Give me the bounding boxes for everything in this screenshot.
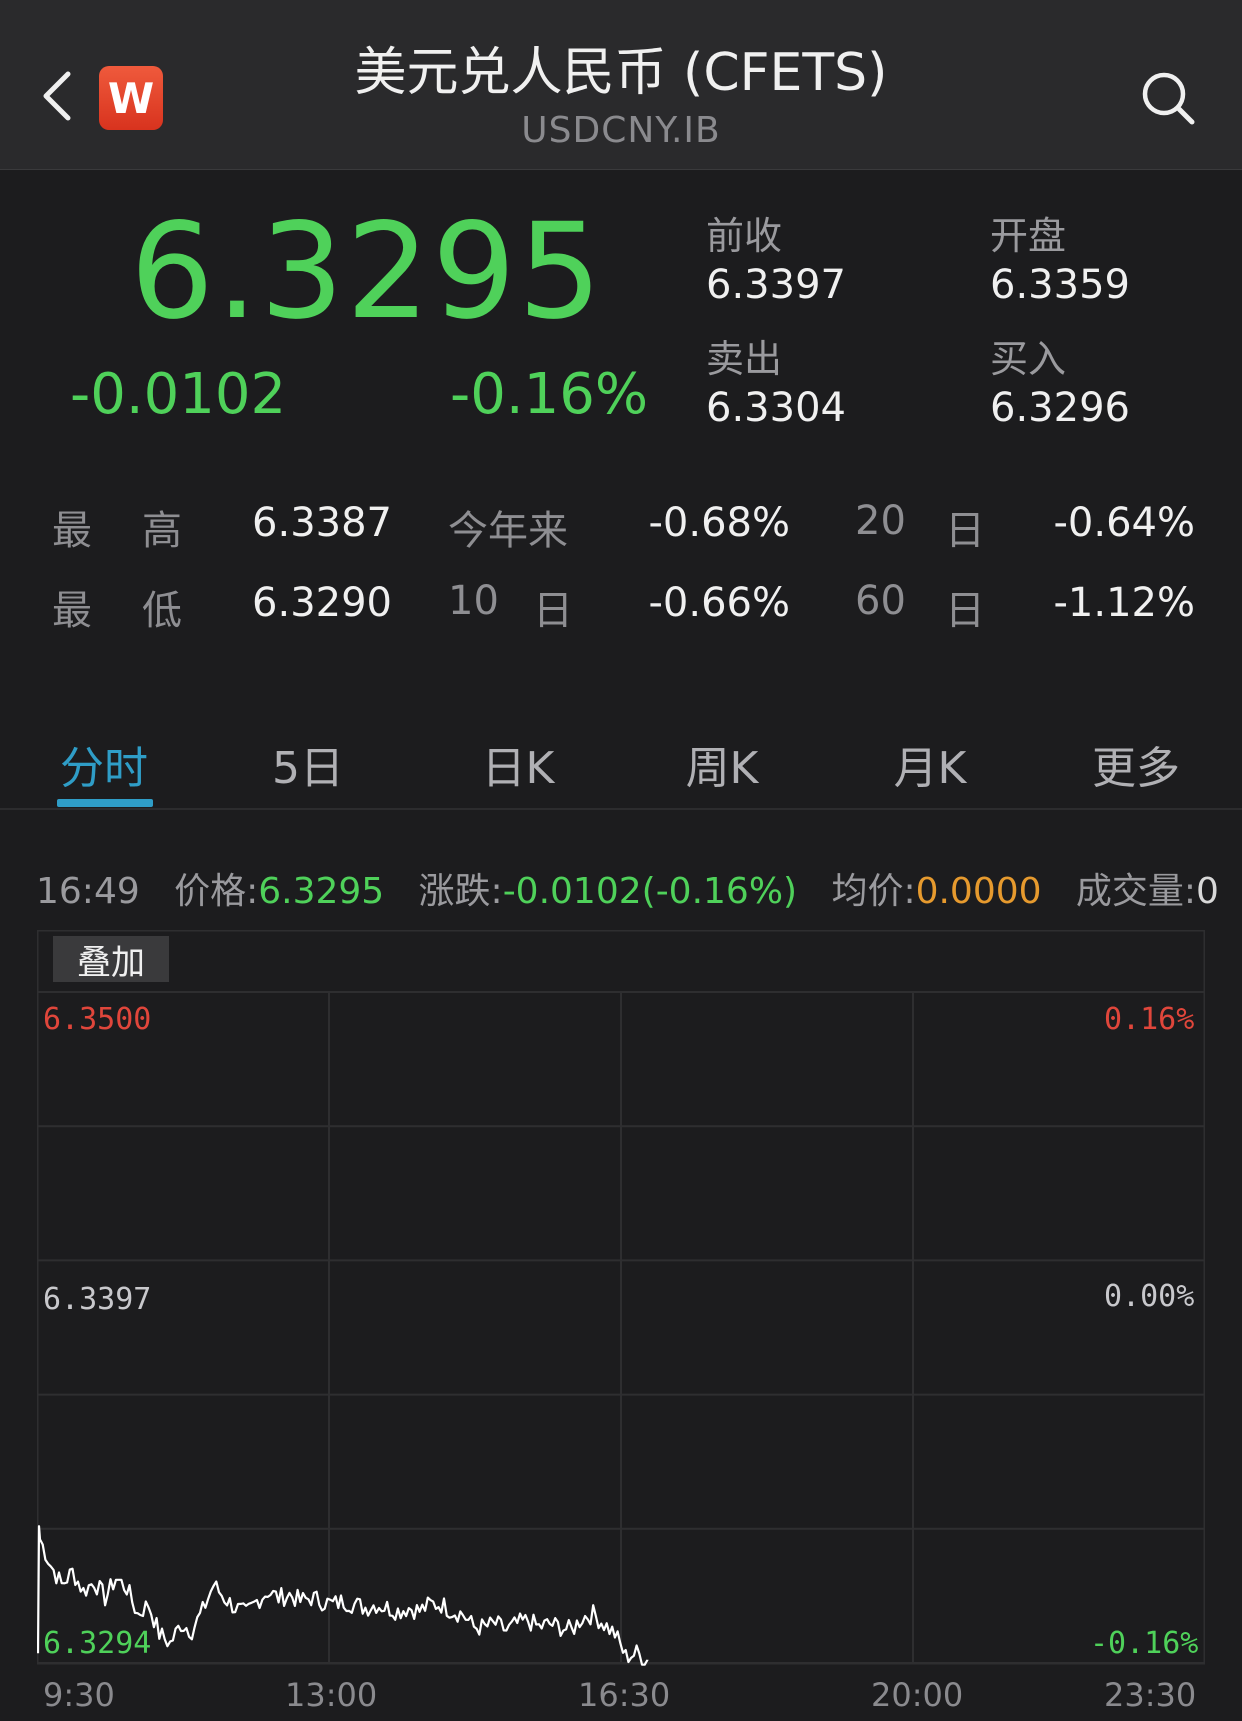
y-label-high: 6.3500 — [43, 1002, 152, 1037]
tab-intraday[interactable]: 分时 — [24, 732, 184, 796]
d20-value: -0.64% — [1053, 500, 1195, 546]
d20-unit: 日 — [945, 508, 985, 554]
low-value: 6.3290 — [252, 580, 392, 626]
d60-num: 60 — [855, 578, 906, 624]
prev-close-value: 6.3397 — [706, 262, 846, 308]
x-label-1300: 13:00 — [285, 1676, 378, 1714]
info-price-label: 价格: — [174, 871, 259, 912]
bid-label: 买入 — [990, 337, 1067, 381]
top-bar: W 美元兑人民币 (CFETS) USDCNY.IB — [0, 0, 1242, 170]
instrument-title: 美元兑人民币 (CFETS) — [354, 43, 888, 103]
search-icon[interactable] — [1140, 70, 1196, 126]
ytd-label: 今年来 — [448, 508, 568, 554]
open-label: 开盘 — [990, 214, 1067, 258]
intraday-chart[interactable] — [37, 930, 1205, 1721]
ask-value: 6.3304 — [706, 385, 846, 431]
y-label-ref: 6.3397 — [43, 1282, 152, 1317]
high-label-1: 最 — [52, 508, 92, 554]
x-label-2330: 23:30 — [1104, 1676, 1197, 1714]
crosshair-info-line: 16:49 价格:6.3295 涨跌:-0.0102(-0.16%) 均价:0.… — [36, 862, 1219, 914]
high-label-2: 高 — [142, 508, 182, 554]
d20-num: 20 — [855, 498, 906, 544]
open-value: 6.3359 — [990, 262, 1130, 308]
info-volume: 0 — [1196, 871, 1219, 912]
info-avg-label: 均价: — [831, 871, 916, 912]
x-label-0930: 9:30 — [43, 1676, 115, 1714]
d60-unit: 日 — [945, 588, 985, 634]
pct-label-high: 0.16% — [1104, 1002, 1195, 1037]
active-tab-indicator — [57, 799, 153, 807]
d10-value: -0.66% — [648, 580, 790, 626]
instrument-symbol: USDCNY.IB — [521, 110, 721, 151]
tab-daily-k[interactable]: 日K — [438, 732, 598, 796]
price-change: -0.0102 — [70, 362, 287, 427]
info-volume-label: 成交量: — [1075, 871, 1197, 912]
info-price: 6.3295 — [258, 871, 385, 912]
y-label-low: 6.3294 — [43, 1626, 152, 1661]
tab-more[interactable]: 更多 — [1056, 732, 1216, 796]
last-price: 6.3295 — [130, 195, 604, 349]
tab-5day[interactable]: 5日 — [228, 732, 388, 796]
tab-monthly-k[interactable]: 月K — [850, 732, 1010, 796]
tab-divider — [0, 808, 1242, 810]
ytd-value: -0.68% — [648, 500, 790, 546]
x-label-2000: 20:00 — [871, 1676, 964, 1714]
info-avg: 0.0000 — [915, 871, 1042, 912]
info-time: 16:49 — [36, 871, 140, 912]
tab-weekly-k[interactable]: 周K — [642, 732, 802, 796]
price-change-percent: -0.16% — [450, 362, 649, 427]
overlay-button[interactable]: 叠加 — [53, 936, 169, 983]
high-value: 6.3387 — [252, 500, 392, 546]
pct-label-ref: 0.00% — [1104, 1279, 1195, 1314]
info-change-label: 涨跌: — [418, 871, 503, 912]
prev-close-label: 前收 — [706, 214, 783, 258]
bid-value: 6.3296 — [990, 385, 1130, 431]
ask-label: 卖出 — [706, 337, 783, 381]
d60-value: -1.12% — [1053, 580, 1195, 626]
pct-label-low: -0.16% — [1090, 1626, 1199, 1661]
d10-unit: 日 — [533, 588, 573, 634]
x-label-1630: 16:30 — [578, 1676, 671, 1714]
low-label-1: 最 — [52, 588, 92, 634]
d10-num: 10 — [448, 578, 499, 624]
info-change: -0.0102(-0.16%) — [502, 871, 798, 912]
low-label-2: 低 — [142, 588, 182, 634]
